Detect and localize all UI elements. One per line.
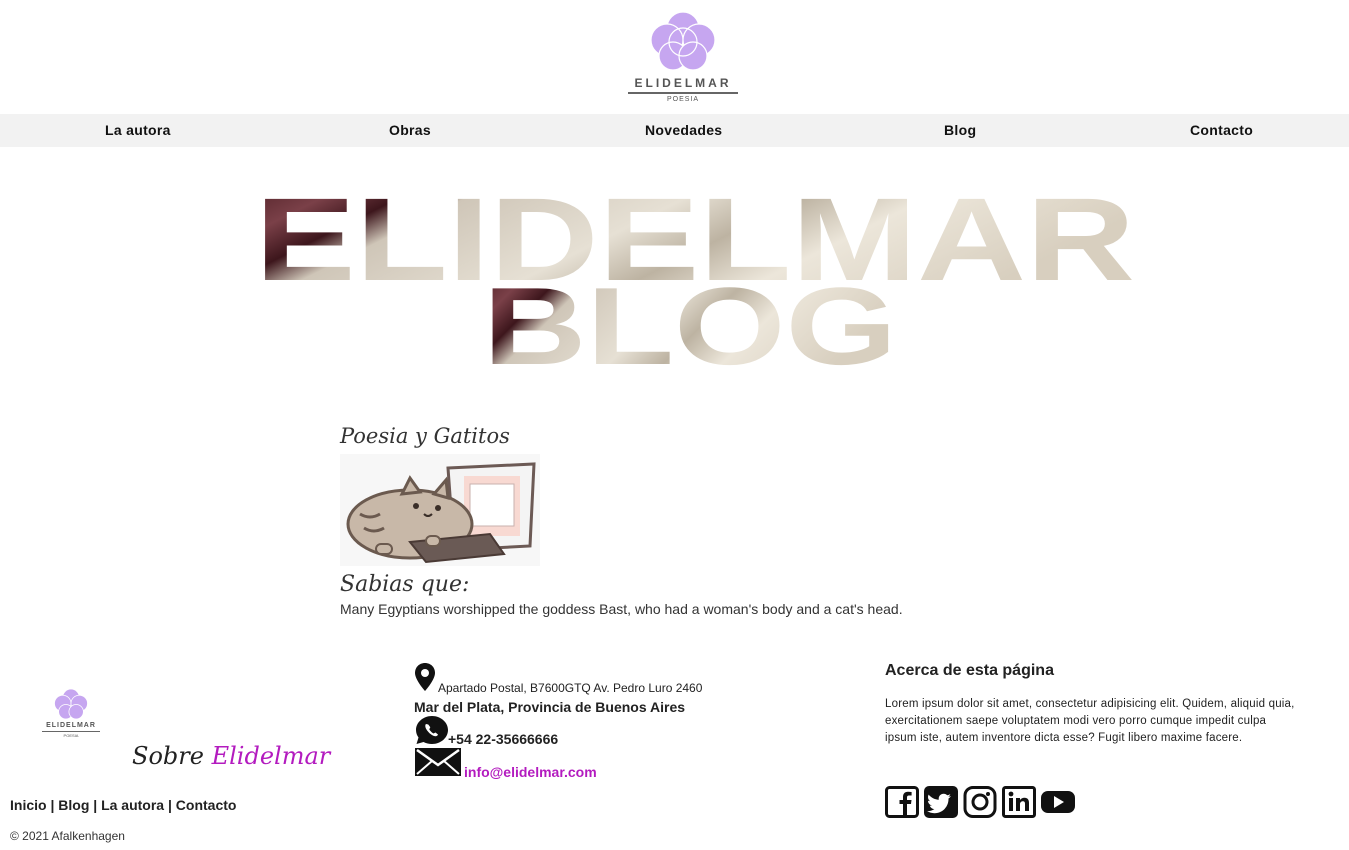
facebook-icon[interactable]: [885, 786, 919, 818]
hero-line2: BLOG: [483, 265, 897, 370]
footer-logo-brand: ELIDELMAR: [46, 722, 96, 729]
footer-logo-sub: POESIA: [63, 733, 79, 738]
hero-banner: ELIDELMAR BLOG: [250, 180, 1140, 370]
nav-item-obras[interactable]: Obras: [389, 122, 431, 138]
post-text: Many Egyptians worshipped the goddess Ba…: [340, 601, 903, 617]
linkedin-icon[interactable]: [1002, 786, 1036, 818]
nav-item-novedades[interactable]: Novedades: [645, 122, 722, 138]
link-separator: |: [93, 797, 98, 813]
footer-logo-rule: [42, 731, 100, 732]
about-section: Acerca de esta página Lorem ipsum dolor …: [885, 662, 1295, 747]
instagram-icon[interactable]: [963, 786, 997, 818]
footer-logo[interactable]: ELIDELMAR POESIA: [40, 688, 102, 740]
location-pin-icon: [415, 663, 435, 691]
link-separator: |: [167, 797, 172, 813]
cat-laptop-image: [340, 454, 540, 566]
twitter-icon[interactable]: [924, 786, 958, 818]
footer-link-inicio[interactable]: Inicio: [10, 797, 47, 813]
footer-links: Inicio | Blog | La autora | Contacto: [10, 797, 236, 813]
post-subtitle: Sabias que:: [340, 572, 470, 597]
site-logo[interactable]: ELIDELMAR POESIA: [625, 8, 741, 106]
phone-number[interactable]: +54 22-35666666: [448, 731, 558, 747]
email-link[interactable]: info@elidelmar.com: [464, 764, 597, 780]
nav-item-blog[interactable]: Blog: [944, 122, 976, 138]
link-separator: |: [50, 797, 55, 813]
about-heading: Acerca de esta página: [885, 662, 1054, 679]
blog-post: Poesia y Gatitos Sabias que: Many Egypti…: [340, 424, 1040, 617]
flower-logo-icon: [54, 688, 88, 720]
sobre-highlight: Elidelmar: [211, 742, 331, 770]
nav-item-la-autora[interactable]: La autora: [105, 122, 171, 138]
main-nav: La autora Obras Novedades Blog Contacto: [0, 114, 1349, 147]
whatsapp-icon: [416, 716, 448, 744]
sobre-prefix: Sobre: [132, 742, 204, 770]
flower-logo-icon: [650, 11, 716, 71]
address-line2: Mar del Plata, Provincia de Buenos Aires: [414, 699, 686, 715]
footer-link-la-autora[interactable]: La autora: [101, 797, 164, 813]
post-title[interactable]: Poesia y Gatitos: [340, 424, 1040, 448]
copyright: © 2021 Afalkenhagen: [10, 829, 125, 843]
logo-sub: POESIA: [666, 96, 700, 103]
nav-item-contacto[interactable]: Contacto: [1190, 122, 1253, 138]
logo-rule: [628, 92, 738, 94]
mail-icon: [415, 748, 461, 776]
sobre-heading: Sobre Elidelmar: [132, 742, 330, 770]
address-line1: Apartado Postal, B7600GTQ Av. Pedro Luro…: [438, 681, 703, 695]
youtube-icon[interactable]: [1041, 786, 1075, 818]
logo-brand: ELIDELMAR: [634, 76, 732, 90]
about-text: Lorem ipsum dolor sit amet, consectetur …: [885, 698, 1295, 744]
footer-link-blog[interactable]: Blog: [58, 797, 89, 813]
footer-link-contacto[interactable]: Contacto: [176, 797, 237, 813]
